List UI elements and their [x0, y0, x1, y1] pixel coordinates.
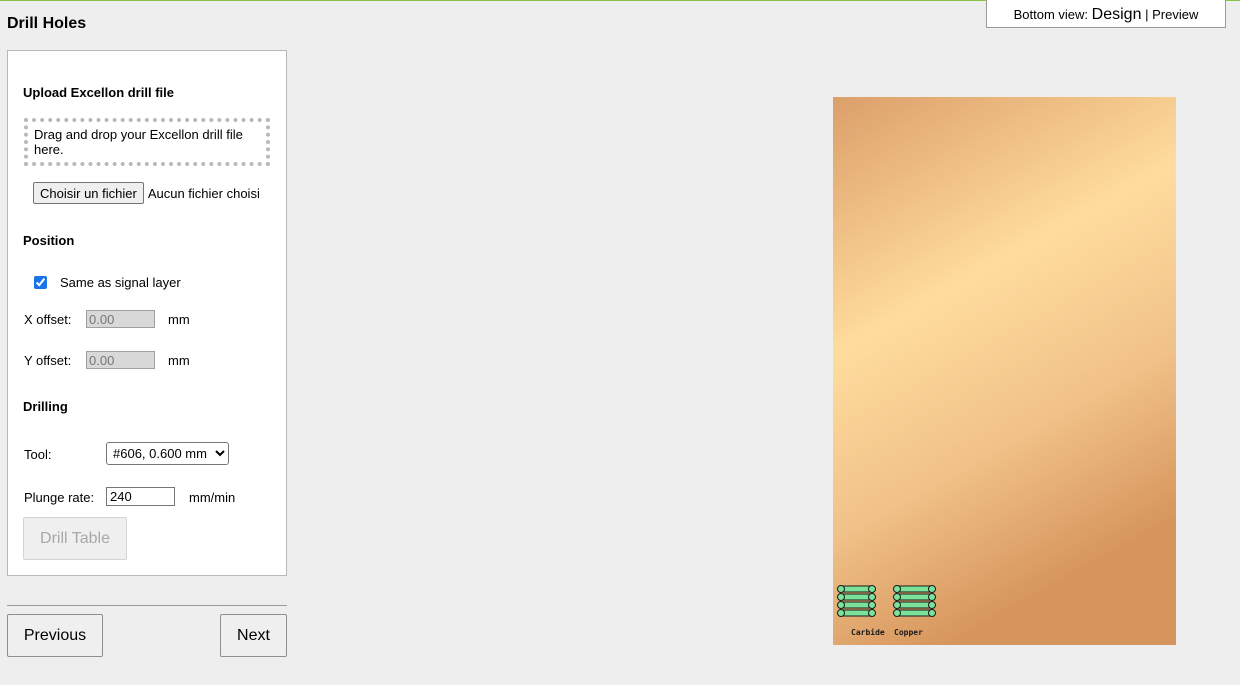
plunge-rate-input[interactable]: [106, 487, 175, 506]
x-offset-label: X offset:: [24, 312, 72, 327]
drilling-section-title: Drilling: [23, 399, 68, 414]
tool-label: Tool:: [24, 447, 52, 462]
same-as-signal-row: Same as signal layer: [34, 275, 181, 290]
nav-divider: [7, 605, 287, 606]
drill-table-button[interactable]: Drill Table: [23, 517, 127, 560]
y-offset-input[interactable]: [86, 351, 155, 369]
next-button[interactable]: Next: [220, 614, 287, 657]
same-as-signal-checkbox[interactable]: [34, 276, 47, 289]
pcb-board-preview: Carbide Copper: [833, 97, 1176, 645]
plunge-rate-unit: mm/min: [189, 490, 236, 505]
y-offset-label: Y offset:: [24, 353, 72, 368]
y-offset-unit: mm: [168, 353, 190, 368]
view-separator: |: [1145, 7, 1149, 22]
file-chooser: Choisir un fichier Aucun fichier choisi: [33, 182, 260, 204]
previous-button[interactable]: Previous: [7, 614, 103, 657]
plunge-rate-label: Plunge rate:: [24, 490, 95, 505]
upload-section-title: Upload Excellon drill file: [23, 85, 174, 100]
tool-select[interactable]: #606, 0.600 mm: [106, 442, 229, 465]
view-design-active: Design: [1091, 6, 1142, 23]
page-title: Drill Holes: [7, 15, 87, 32]
settings-panel: Upload Excellon drill file Drag and drop…: [7, 50, 287, 576]
view-toggle: Bottom view: Design | Preview: [986, 0, 1226, 28]
x-offset-input[interactable]: [86, 310, 155, 328]
x-offset-unit: mm: [168, 312, 190, 327]
same-as-signal-label: Same as signal layer: [60, 275, 181, 290]
view-prefix: Bottom view:: [1013, 7, 1089, 22]
view-preview-link[interactable]: Preview: [1152, 7, 1198, 22]
file-status-text: Aucun fichier choisi: [147, 185, 260, 201]
board-label-copper: Copper: [894, 628, 923, 637]
board-label-carbide: Carbide: [851, 627, 885, 637]
choose-file-button[interactable]: Choisir un fichier: [33, 182, 144, 204]
drill-file-dropzone[interactable]: Drag and drop your Excellon drill file h…: [24, 118, 270, 166]
position-section-title: Position: [23, 233, 75, 248]
copper-surface: [833, 97, 1176, 645]
